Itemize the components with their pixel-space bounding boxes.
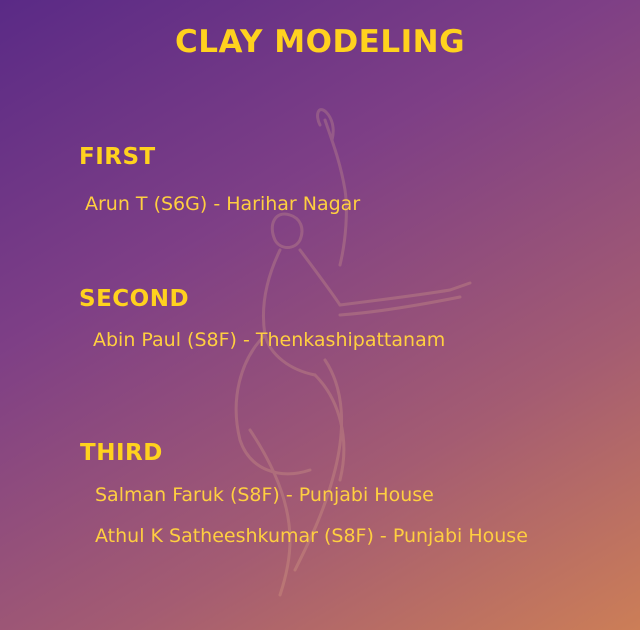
entry-second-1: Abin Paul (S8F) - Thenkashipattanam [93,329,446,351]
heading-third: THIRD [80,440,163,466]
entry-third-1: Salman Faruk (S8F) - Punjabi House [95,484,434,506]
heading-first: FIRST [79,144,156,170]
heading-second: SECOND [79,286,190,312]
entry-third-2: Athul K Satheeshkumar (S8F) - Punjabi Ho… [95,525,528,547]
page-title: CLAY MODELING [174,24,466,60]
entry-first-1: Arun T (S6G) - Harihar Nagar [85,193,361,215]
